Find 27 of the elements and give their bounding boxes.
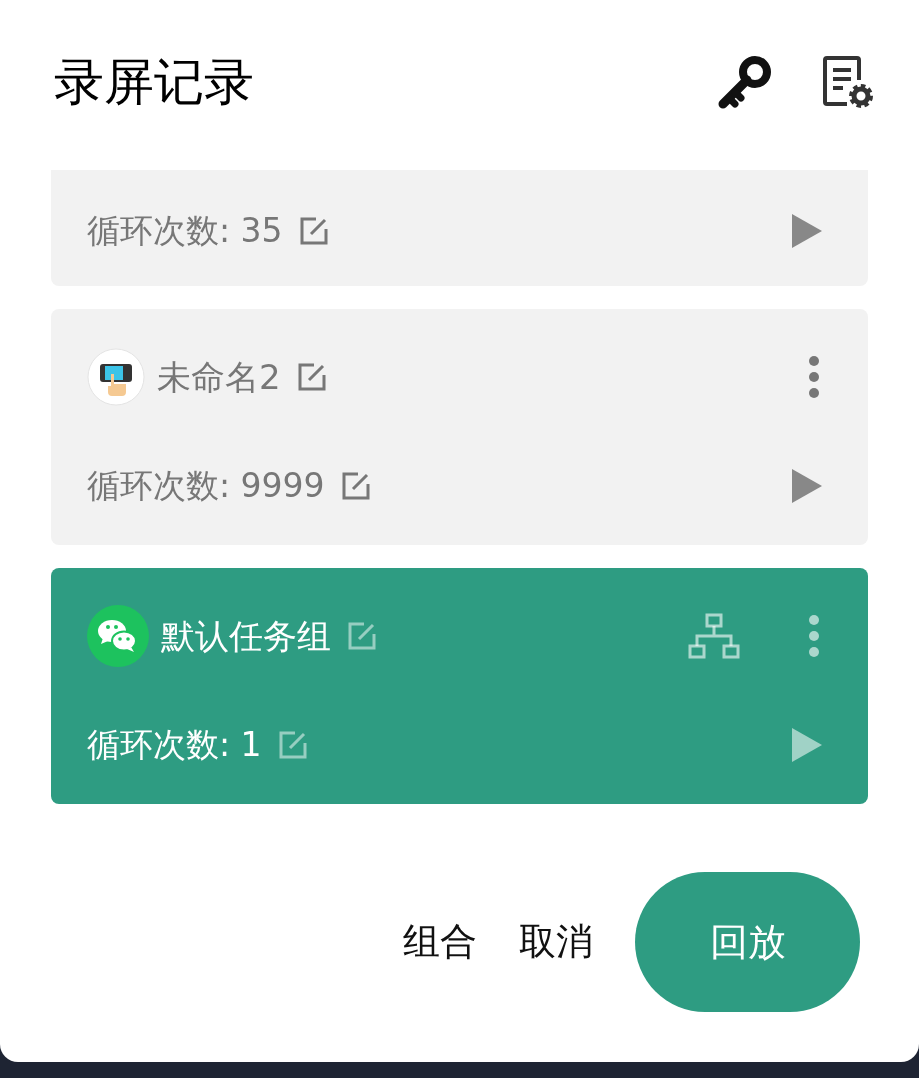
record-name: 默认任务组 [161,614,331,658]
app-icon [87,348,145,406]
loop-count: 循环次数: 35 [87,210,283,253]
play-icon[interactable] [792,469,822,503]
dialog-title: 录屏记录 [54,51,255,113]
key-icon[interactable] [717,54,773,110]
play-icon[interactable] [792,728,822,762]
edit-icon[interactable] [340,471,371,501]
loop-count: 循环次数: 1 [87,724,262,767]
text-button[interactable]: 取消 [515,906,597,978]
document-settings-icon[interactable] [821,54,875,110]
play-icon[interactable] [792,214,822,248]
more-icon[interactable] [808,614,820,658]
record-card[interactable]: 未命名2 循环次数: 9999 [51,309,868,545]
edit-icon[interactable] [347,621,377,651]
text-button[interactable]: 组合 [399,906,481,978]
edit-icon[interactable] [298,216,329,246]
record-name: 未命名2 [157,355,281,399]
loop-count: 循环次数: 9999 [87,465,325,508]
playback-button[interactable]: 回放 [635,872,860,1012]
more-icon[interactable] [808,355,820,399]
hierarchy-icon[interactable] [688,613,740,659]
edit-icon[interactable] [277,730,308,760]
chat-app-icon [87,605,149,667]
edit-icon[interactable] [296,362,327,392]
record-card[interactable]: 循环次数: 35 [51,170,868,286]
record-card[interactable]: 默认任务组 循环次数: 1 [51,568,868,804]
